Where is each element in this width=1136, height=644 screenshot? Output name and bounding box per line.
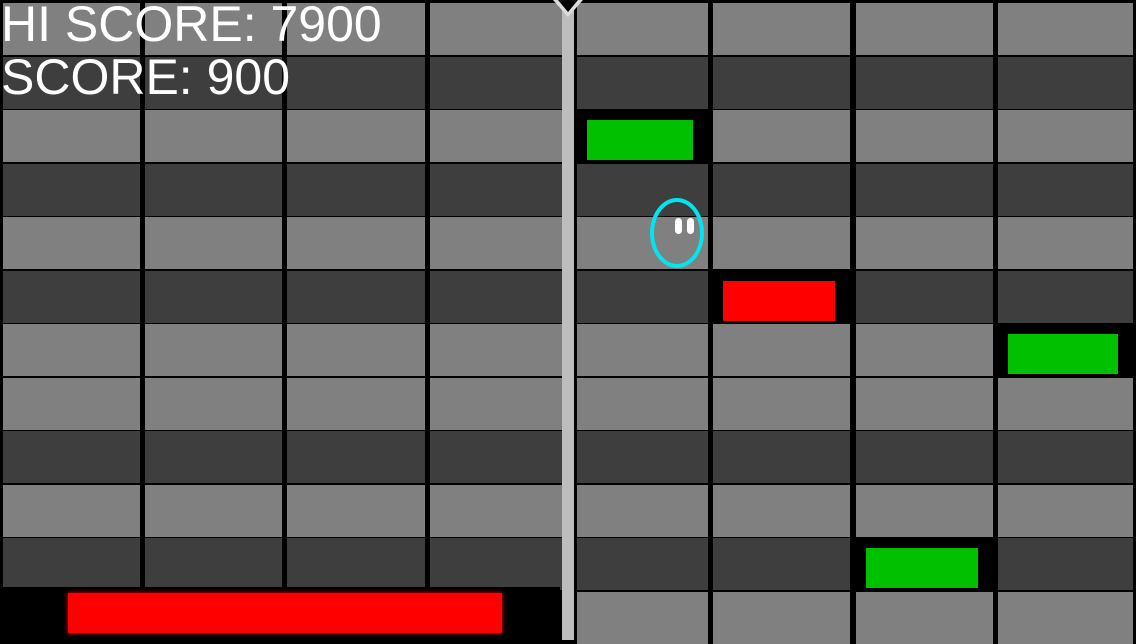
right-tile — [713, 324, 850, 376]
right-tile — [577, 431, 708, 483]
right-tile — [998, 217, 1133, 269]
left-tile — [430, 217, 562, 269]
right-tile — [577, 271, 708, 323]
green-block — [1008, 334, 1118, 374]
right-tile — [856, 378, 993, 430]
right-tile — [998, 485, 1133, 537]
right-tile — [713, 431, 850, 483]
ghost-character-icon[interactable] — [650, 198, 704, 268]
right-tile — [577, 57, 708, 109]
left-tile — [145, 164, 282, 216]
right-tile — [998, 592, 1133, 644]
left-tile — [287, 485, 425, 537]
hi-score-text: HI SCORE: 7900 — [1, 0, 382, 52]
left-tile — [145, 324, 282, 376]
right-tile — [998, 271, 1133, 323]
left-tile — [287, 164, 425, 216]
right-tile — [713, 538, 850, 590]
left-tile — [3, 378, 140, 430]
left-tile — [3, 217, 140, 269]
left-tile — [287, 324, 425, 376]
right-tile — [713, 485, 850, 537]
left-tile — [3, 164, 140, 216]
left-tile — [430, 110, 562, 162]
left-tile — [3, 324, 140, 376]
right-tile — [856, 57, 993, 109]
left-tile — [430, 538, 562, 590]
red-block — [723, 281, 835, 321]
right-tile — [713, 217, 850, 269]
right-tile — [713, 57, 850, 109]
left-tile — [430, 431, 562, 483]
right-tile — [998, 3, 1133, 55]
right-tile — [998, 164, 1133, 216]
green-block — [866, 548, 978, 588]
right-tile — [713, 110, 850, 162]
right-tile — [998, 378, 1133, 430]
left-eye — [675, 218, 682, 234]
right-tile — [577, 538, 708, 590]
left-tile — [145, 110, 282, 162]
left-tile — [145, 485, 282, 537]
right-tile — [856, 592, 993, 644]
left-tile — [430, 164, 562, 216]
left-tile — [3, 538, 140, 590]
right-tile — [856, 431, 993, 483]
right-tile — [577, 592, 708, 644]
left-tile — [287, 271, 425, 323]
right-tile — [713, 3, 850, 55]
left-tile — [3, 431, 140, 483]
right-tile — [713, 164, 850, 216]
power-bar-fill — [68, 593, 502, 633]
left-tile — [145, 431, 282, 483]
right-tile — [856, 271, 993, 323]
right-tile — [577, 378, 708, 430]
right-tile — [998, 57, 1133, 109]
right-tile — [856, 485, 993, 537]
left-tile — [145, 271, 282, 323]
right-tile — [856, 3, 993, 55]
left-tile — [3, 110, 140, 162]
left-tile — [430, 3, 562, 55]
right-tile — [998, 110, 1133, 162]
right-tile — [856, 217, 993, 269]
left-tile — [3, 485, 140, 537]
left-tile — [430, 324, 562, 376]
left-tile — [287, 57, 425, 109]
right-tile — [856, 110, 993, 162]
right-tile — [998, 538, 1133, 590]
left-tile — [287, 110, 425, 162]
left-tile — [430, 271, 562, 323]
left-tile — [287, 217, 425, 269]
left-tile — [430, 57, 562, 109]
right-tile — [577, 485, 708, 537]
right-eye — [687, 218, 694, 234]
right-tile — [713, 378, 850, 430]
left-tile — [145, 378, 282, 430]
divider-marker-inner — [558, 0, 578, 12]
left-tile — [430, 378, 562, 430]
left-tile — [287, 378, 425, 430]
left-tile — [287, 538, 425, 590]
green-block — [587, 120, 693, 160]
left-tile — [287, 431, 425, 483]
right-tile — [713, 592, 850, 644]
left-tile — [430, 485, 562, 537]
left-tile — [145, 538, 282, 590]
right-tile — [856, 164, 993, 216]
left-tile — [3, 271, 140, 323]
left-tile — [145, 217, 282, 269]
right-tile — [577, 324, 708, 376]
score-text: SCORE: 900 — [1, 49, 291, 105]
right-tile — [998, 431, 1133, 483]
lane-divider — [562, 0, 574, 640]
right-tile — [856, 324, 993, 376]
right-tile — [577, 3, 708, 55]
